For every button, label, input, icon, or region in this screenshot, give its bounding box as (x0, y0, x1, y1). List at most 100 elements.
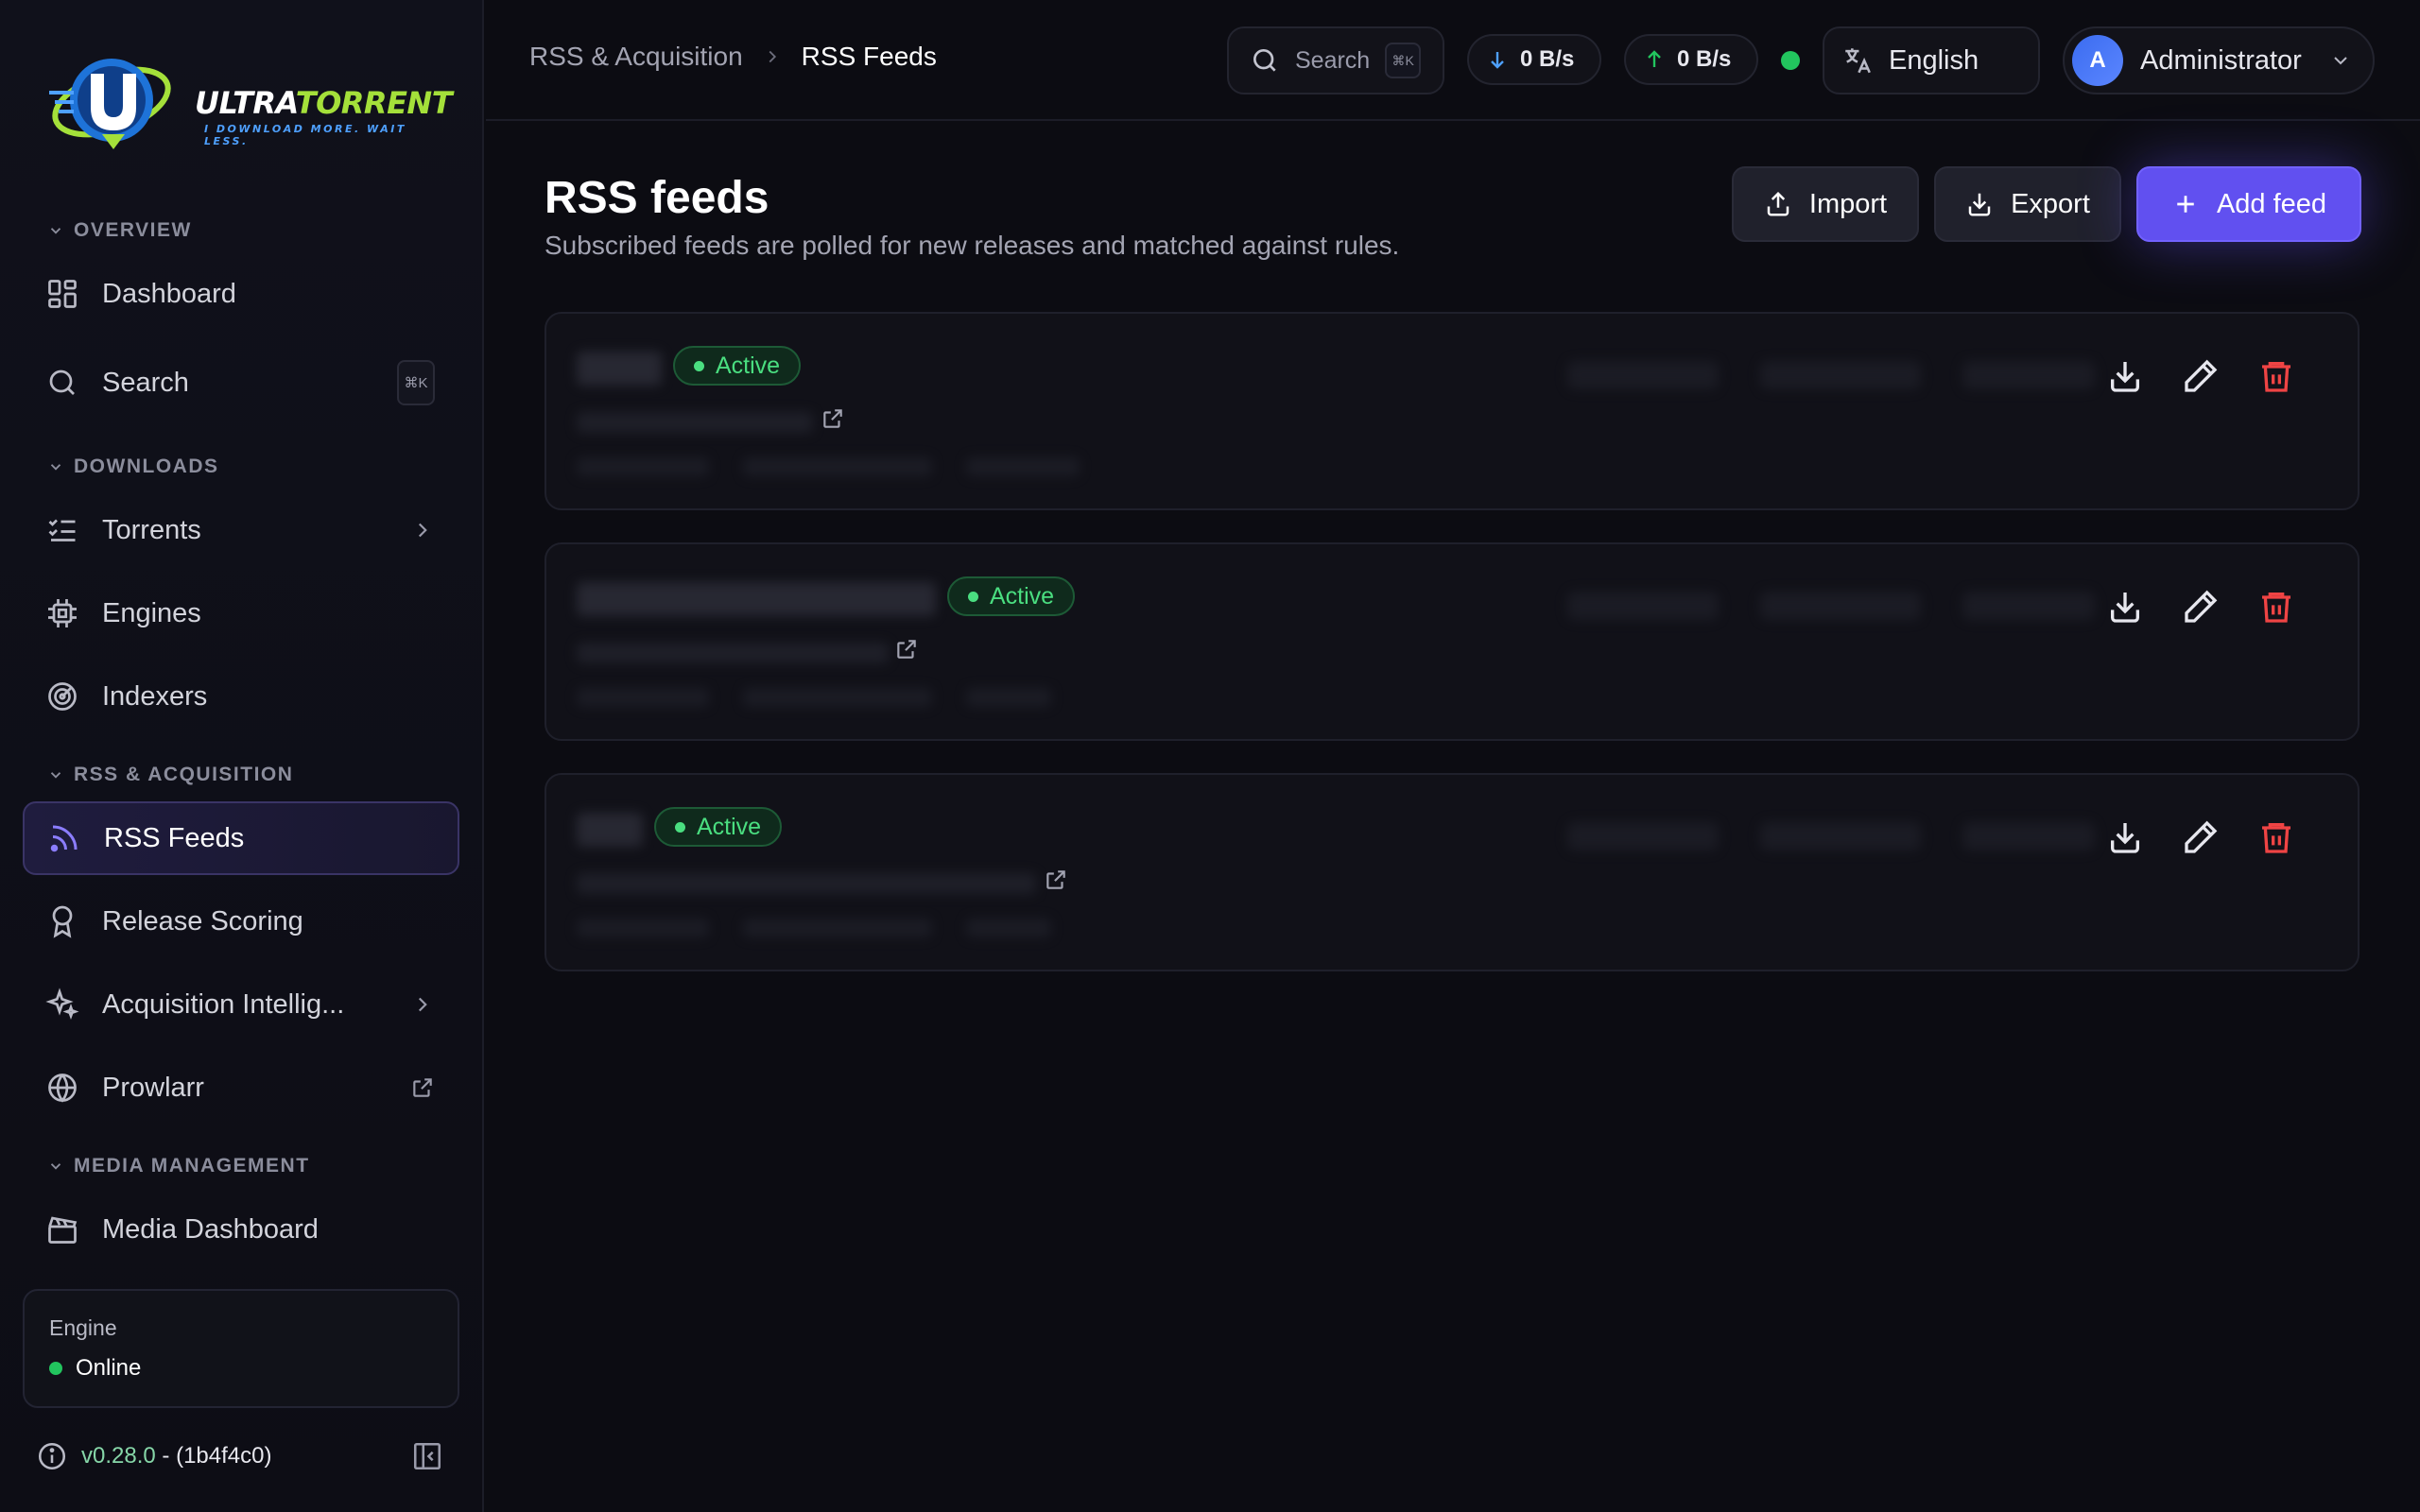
download-icon[interactable] (2106, 357, 2144, 395)
section-overview[interactable]: OVERVIEW (47, 217, 192, 244)
dashboard-icon (48, 280, 77, 308)
chip-icon (48, 599, 77, 627)
delete-icon[interactable] (2257, 357, 2295, 395)
edit-icon[interactable] (2182, 357, 2220, 395)
import-button[interactable]: Import (1732, 166, 1919, 242)
plus-icon (2177, 196, 2194, 213)
external-link-icon[interactable] (821, 406, 845, 431)
chevron-right-icon (769, 50, 776, 63)
sidebar-item-engines[interactable]: Engines (23, 576, 459, 650)
edit-icon[interactable] (2182, 818, 2220, 856)
rss-icon (50, 825, 78, 852)
feed-stats-redacted (1567, 361, 2095, 389)
page-title: RSS feeds (544, 173, 769, 223)
chevron-right-icon (418, 997, 427, 1012)
download-speed: 0 B/s (1467, 34, 1601, 85)
sidebar-item-search[interactable]: Search ⌘K (23, 346, 459, 420)
award-icon (52, 905, 73, 938)
sidebar-item-prowlarr[interactable]: Prowlarr (23, 1051, 459, 1125)
online-dot (49, 1362, 62, 1375)
sparkles-icon (45, 988, 79, 1020)
status-badge: Active (654, 807, 783, 847)
engine-label: Engine (49, 1315, 117, 1340)
external-link-icon[interactable] (894, 637, 919, 662)
clapperboard-icon (48, 1216, 78, 1244)
global-search-button[interactable]: Search ⌘K (1227, 26, 1444, 94)
feed-url-redacted (577, 873, 1036, 894)
user-name: Administrator (2140, 44, 2302, 76)
chevron-right-icon (418, 523, 427, 538)
feed-card: Active (544, 312, 2360, 510)
section-downloads[interactable]: DOWNLOADS (47, 454, 219, 480)
avatar: A (2072, 35, 2123, 86)
version-hash: (1b4f4c0) (176, 1443, 272, 1469)
sidebar-item-media-dashboard[interactable]: Media Dashboard (23, 1193, 459, 1266)
download-icon[interactable] (2106, 818, 2144, 856)
brand-name: ULTRATORRENT (195, 85, 453, 121)
info-icon (38, 1442, 66, 1470)
feed-name-redacted (577, 813, 643, 847)
language-selector[interactable]: English (1823, 26, 2040, 94)
feed-name-redacted (577, 582, 936, 616)
delete-icon[interactable] (2257, 588, 2295, 626)
list-check-icon (48, 519, 76, 541)
status-badge: Active (947, 576, 1076, 616)
sidebar-item-torrents[interactable]: Torrents (23, 493, 459, 567)
status-badge: Active (673, 346, 802, 386)
feed-url-redacted (577, 643, 889, 663)
chevron-down-icon (50, 1163, 61, 1170)
chevron-down-icon (2334, 57, 2347, 65)
version-number: v0.28.0 (81, 1443, 156, 1469)
external-link-icon (413, 1078, 432, 1097)
section-rss-acquisition[interactable]: RSS & ACQUISITION (47, 762, 293, 788)
search-icon (49, 369, 75, 395)
collapse-sidebar-icon[interactable] (410, 1440, 444, 1472)
feed-name-redacted (577, 352, 662, 386)
feed-meta-redacted (577, 457, 1080, 476)
arrow-down-icon (1491, 52, 1504, 69)
sidebar: ULTRATORRENT I DOWNLOAD MORE. WAIT LESS.… (0, 0, 484, 1512)
upload-speed: 0 B/s (1624, 34, 1758, 85)
feed-stats-redacted (1567, 592, 2095, 620)
top-bar: RSS & Acquisition RSS Feeds Search ⌘K 0 … (486, 0, 2420, 121)
sidebar-item-rss-feeds[interactable]: RSS Feeds (23, 801, 459, 875)
chevron-down-icon (50, 464, 61, 471)
translate-icon (1845, 48, 1871, 74)
user-menu[interactable]: A Administrator (2063, 26, 2375, 94)
chevron-down-icon (50, 772, 61, 779)
export-button[interactable]: Export (1934, 166, 2121, 242)
sidebar-item-indexers[interactable]: Indexers (23, 660, 459, 733)
sidebar-item-release-scoring[interactable]: Release Scoring (23, 885, 459, 958)
main-content: RSS feeds Subscribed feeds are polled fo… (486, 123, 2420, 1512)
section-media-management[interactable]: MEDIA MANAGEMENT (47, 1153, 310, 1179)
breadcrumb: RSS & Acquisition RSS Feeds (529, 42, 937, 72)
feed-meta-redacted (577, 688, 1051, 707)
page-subtitle: Subscribed feeds are polled for new rele… (544, 231, 1400, 260)
feed-meta-redacted (577, 919, 1051, 937)
feed-stats-redacted (1567, 822, 2095, 850)
sidebar-item-dashboard[interactable]: Dashboard (23, 257, 459, 331)
engine-status: Online (49, 1355, 141, 1382)
chevron-down-icon (50, 228, 61, 234)
feed-url-redacted (577, 412, 813, 433)
arrow-up-icon (1648, 50, 1661, 67)
download-icon[interactable] (2106, 588, 2144, 626)
sidebar-item-acquisition-intelligence[interactable]: Acquisition Intellig... (23, 968, 459, 1041)
add-feed-button[interactable]: Add feed (2136, 166, 2361, 242)
brand-tagline: I DOWNLOAD MORE. WAIT LESS. (204, 123, 406, 147)
breadcrumb-rss-acquisition[interactable]: RSS & Acquisition (529, 42, 743, 72)
version-info[interactable]: v0.28.0 - (1b4f4c0) (36, 1440, 271, 1472)
engine-status-card: Engine Online (23, 1289, 459, 1408)
shortcut-badge: ⌘K (397, 360, 435, 405)
edit-icon[interactable] (2182, 588, 2220, 626)
upload-icon (1767, 191, 1789, 216)
feed-card: Active (544, 773, 2360, 971)
breadcrumb-rss-feeds: RSS Feeds (801, 42, 937, 71)
external-link-icon[interactable] (1044, 868, 1068, 892)
delete-icon[interactable] (2257, 818, 2295, 856)
radar-icon (48, 682, 77, 711)
brand-logo[interactable]: ULTRATORRENT I DOWNLOAD MORE. WAIT LESS. (45, 47, 453, 161)
logo-emblem-icon (49, 59, 171, 149)
globe-icon (48, 1074, 77, 1103)
connection-status-dot (1781, 51, 1800, 70)
